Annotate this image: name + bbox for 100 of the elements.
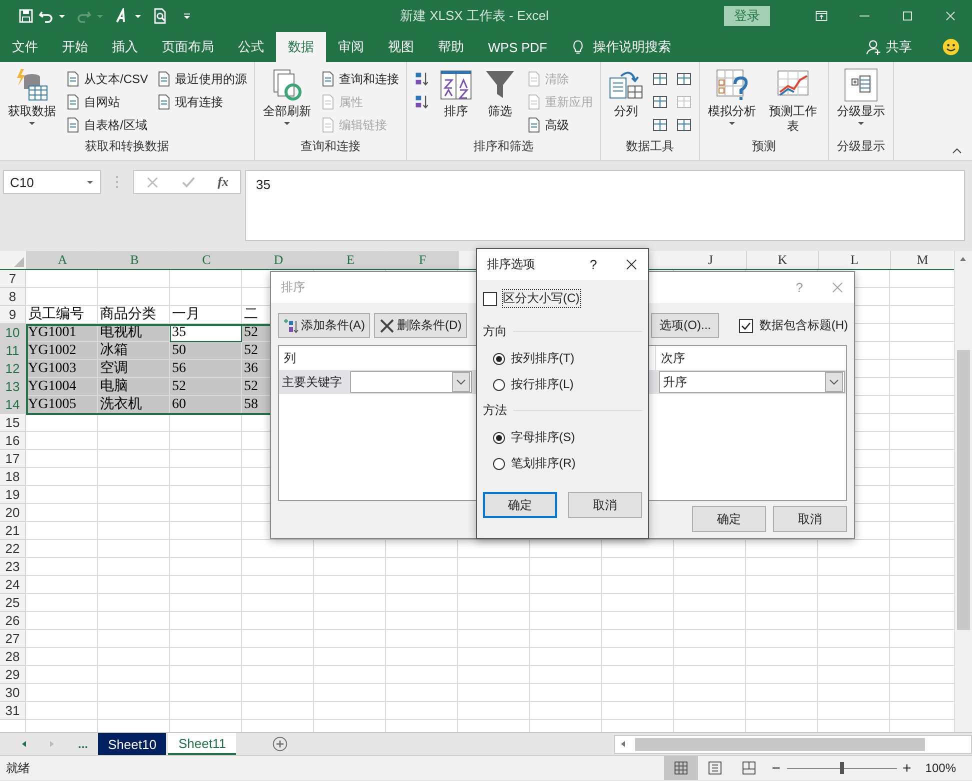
ribbon-button[interactable]: 从文本/CSV [62,68,152,90]
row-header[interactable]: 10 [0,324,26,342]
ribbon-button[interactable]: 自网站 [62,91,152,113]
column-header[interactable]: F [387,251,459,269]
row-header[interactable]: 17 [0,450,26,468]
row-header[interactable]: 18 [0,468,26,486]
sheet-tab[interactable]: Sheet10 [98,733,166,755]
radio-option[interactable]: 按行排序(L) [493,376,642,393]
row-header[interactable]: 30 [0,684,26,702]
radio-option[interactable]: 按列排序(T) [493,350,642,367]
table-cell: 56 [170,360,242,378]
ribbon-button[interactable]: 查询和连接 [317,68,402,90]
column-header[interactable]: K [747,251,819,269]
row-header[interactable]: 26 [0,612,26,630]
section-label: 方法 [483,402,507,419]
zoom-level[interactable]: 100% [925,761,956,775]
case-sensitive-checkbox[interactable]: 区分大小写(C) [483,290,642,307]
name-box[interactable]: C10 [3,170,101,194]
delete-level-button[interactable]: 删除条件(D) [374,313,467,338]
ribbon-tab[interactable]: 文件 [0,32,50,62]
share-button[interactable]: 共享 [886,32,912,62]
ribbon-button[interactable]: 高级 [523,114,596,136]
insert-function-button[interactable]: fx [218,174,228,190]
row-header[interactable]: 7 [0,270,26,288]
ribbon-tab[interactable]: 帮助 [426,32,476,62]
row-header[interactable]: 20 [0,504,26,522]
cancel-button[interactable]: 取消 [773,506,847,532]
row-header[interactable]: 16 [0,432,26,450]
row-header[interactable]: 25 [0,594,26,612]
table-cell: 50 [170,342,242,360]
ribbon-button[interactable]: 获取数据 [4,66,60,138]
column-header[interactable]: B [99,251,171,269]
radio-option[interactable]: 字母排序(S) [493,429,642,446]
ribbon-tab[interactable]: 公式 [226,32,276,62]
add-level-button[interactable]: 添加条件(A) [278,313,370,338]
ribbon-tab[interactable]: 数据 [276,32,326,62]
order-dropdown[interactable]: 升序 [659,371,845,393]
row-header[interactable]: 11 [0,342,26,360]
dialog-title: 排序选项 [487,256,535,273]
column-header[interactable]: M [891,251,954,269]
row-header[interactable]: 31 [0,702,26,720]
zoom-in-button[interactable]: + [902,760,912,776]
ribbon-button[interactable]: 筛选 [479,66,522,138]
group-label: 排序和筛选 [472,138,535,155]
ribbon-button[interactable]: 现有连接 [153,91,250,113]
row-header[interactable]: 19 [0,486,26,504]
radio-option[interactable]: 笔划排序(R) [493,455,642,472]
more-sheets-button[interactable]: ... [78,737,88,751]
row-header[interactable]: 27 [0,630,26,648]
column-header[interactable]: A [27,251,99,269]
row-header[interactable]: 9 [0,306,26,324]
help-button[interactable]: ? [590,257,597,272]
cancel-button[interactable]: 取消 [568,492,642,518]
row-header[interactable]: 21 [0,522,26,540]
table-cell: YG1003 [26,360,98,378]
column-header[interactable]: C [171,251,243,269]
column-header[interactable]: J [675,251,747,269]
ribbon-button[interactable]: 预测工作表 [762,66,824,138]
ok-button[interactable]: 确定 [692,506,766,532]
formula-input[interactable]: 35 [245,170,965,241]
ribbon-tab[interactable]: 审阅 [326,32,376,62]
ribbon-tab[interactable]: 视图 [376,32,426,62]
row-header[interactable]: 29 [0,666,26,684]
ribbon-button[interactable]: 模拟分析 [704,66,760,138]
tell-me-search[interactable]: 操作说明搜索 [593,32,672,62]
ok-button[interactable]: 确定 [483,492,557,518]
table-cell: 52 [170,378,242,396]
row-header[interactable]: 28 [0,648,26,666]
zoom-out-button[interactable]: − [772,760,781,776]
row-header[interactable]: 24 [0,576,26,594]
column-header[interactable]: E [315,251,387,269]
options-button[interactable]: 选项(O)... [651,313,720,338]
headers-checkbox[interactable]: 数据包含标题(H) [739,317,848,334]
group-label: 分级显示 [836,138,886,155]
ribbon-button[interactable]: 全部刷新 [259,66,316,138]
ribbon-button[interactable]: 分级显示 [833,66,890,138]
row-header[interactable]: 15 [0,414,26,432]
table-cell: 电脑 [98,378,170,396]
table-cell: 一月 [170,306,242,324]
ribbon-tab[interactable]: 页面布局 [150,32,226,62]
table-cell: 员工编号 [26,306,98,324]
ribbon-tab[interactable]: 插入 [100,32,150,62]
row-header[interactable]: 14 [0,396,26,414]
ribbon-tab[interactable]: WPS PDF [476,32,560,62]
column-header[interactable]: L [819,251,891,269]
sheet-tab[interactable]: Sheet11 [168,733,236,755]
section-label: 方向 [483,323,507,340]
ribbon-button[interactable]: 自表格/区域 [62,114,152,136]
row-header[interactable]: 13 [0,378,26,396]
ribbon-button[interactable]: 分列 [605,66,648,138]
row-header[interactable]: 23 [0,558,26,576]
table-cell: 空调 [98,360,170,378]
ribbon-button[interactable]: 最近使用的源 [153,68,250,90]
row-header[interactable]: 12 [0,360,26,378]
group-label: 查询和连接 [300,138,362,155]
row-header[interactable]: 22 [0,540,26,558]
column-header[interactable]: D [243,251,315,269]
row-header[interactable]: 8 [0,288,26,306]
ribbon-tab[interactable]: 开始 [50,32,100,62]
ribbon-button[interactable]: 排序 [435,66,478,138]
